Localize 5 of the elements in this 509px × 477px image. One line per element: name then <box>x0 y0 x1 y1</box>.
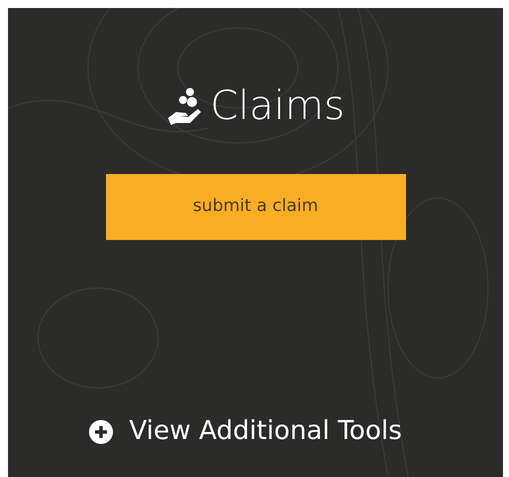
plus-icon <box>89 420 114 444</box>
hand-icon <box>166 86 202 126</box>
section-title: Claims <box>210 86 345 126</box>
view-tools-link[interactable]: View Additional Tools <box>89 412 402 451</box>
submit-claim-button[interactable]: submit a claim <box>106 174 406 240</box>
